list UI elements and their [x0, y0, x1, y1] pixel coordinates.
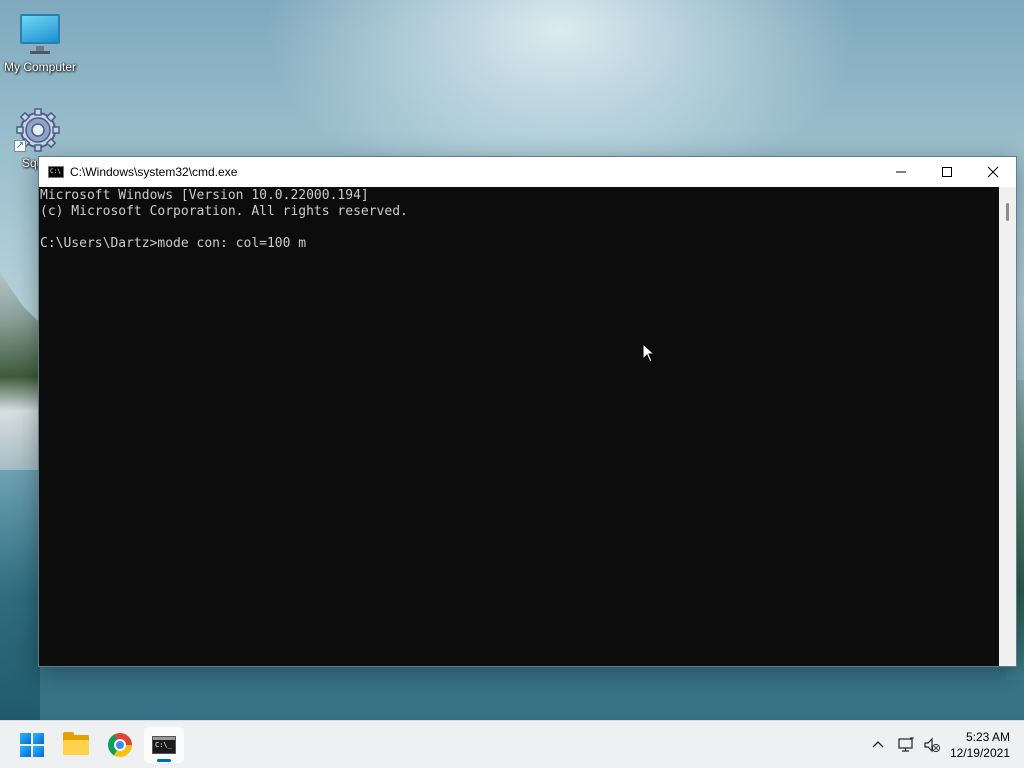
desktop-icon-label: My Computer [3, 60, 77, 74]
folder-icon [63, 732, 89, 755]
cmd-app-icon [48, 166, 64, 178]
chevron-up-icon [872, 741, 884, 748]
terminal-icon [152, 736, 176, 754]
gear-icon: ↗ [14, 108, 62, 152]
taskbar-file-explorer[interactable] [56, 727, 96, 763]
maximize-icon [942, 167, 952, 177]
mouse-cursor-icon [642, 343, 656, 363]
tray-overflow-button[interactable] [866, 733, 890, 757]
clock-date: 12/19/2021 [949, 746, 1010, 760]
minimize-icon [896, 171, 906, 173]
taskbar-clock[interactable]: 5:23 AM 12/19/2021 [950, 729, 1010, 761]
window-title: C:\Windows\system32\cmd.exe [70, 165, 238, 179]
minimize-button[interactable] [878, 157, 924, 187]
clock-time: 5:23 AM [965, 730, 1010, 744]
wallpaper-water [0, 470, 40, 720]
close-icon [987, 166, 999, 178]
maximize-button[interactable] [924, 157, 970, 187]
windows-logo-icon [20, 733, 44, 757]
active-indicator [157, 759, 171, 762]
taskbar-chrome[interactable] [100, 727, 140, 763]
monitor-icon [18, 12, 62, 56]
scrollbar-thumb[interactable] [1006, 203, 1009, 221]
console-scrollbar[interactable] [999, 187, 1016, 666]
window-titlebar[interactable]: C:\Windows\system32\cmd.exe [39, 157, 1016, 187]
close-button[interactable] [970, 157, 1016, 187]
console-line: Microsoft Windows [Version 10.0.22000.19… [40, 188, 369, 203]
window-controls [878, 157, 1016, 187]
desktop-icon-my-computer[interactable]: My Computer [0, 12, 80, 74]
console-output[interactable]: Microsoft Windows [Version 10.0.22000.19… [39, 187, 999, 666]
network-icon [898, 737, 914, 752]
cmd-window[interactable]: C:\Windows\system32\cmd.exe Microsoft Wi… [38, 156, 1017, 667]
console-prompt-line: C:\Users\Dartz>mode con: col=100 m [40, 236, 307, 251]
console-line: (c) Microsoft Corporation. All rights re… [40, 204, 408, 219]
taskbar-command-prompt[interactable] [144, 727, 184, 763]
system-tray [866, 721, 944, 768]
start-button[interactable] [12, 727, 52, 763]
chrome-icon [108, 733, 132, 757]
shortcut-arrow-icon: ↗ [14, 140, 26, 152]
volume-muted-icon [924, 737, 940, 753]
network-button[interactable] [894, 733, 918, 757]
taskbar: 5:23 AM 12/19/2021 [0, 720, 1024, 768]
volume-button[interactable] [920, 733, 944, 757]
